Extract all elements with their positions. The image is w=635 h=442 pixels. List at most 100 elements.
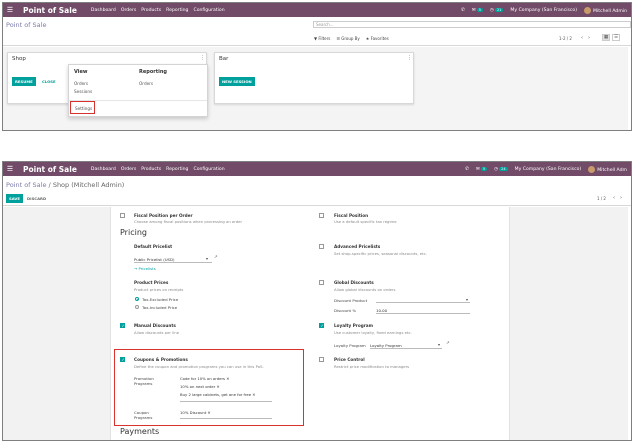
menu-reporting[interactable]: Reporting [166,167,188,172]
card-menu-icon[interactable]: ⋮ [200,55,205,61]
menu-orders[interactable]: Orders [121,8,136,13]
messages-badge: 5 [476,7,483,12]
search-input[interactable]: Search... [313,21,631,28]
loyalty-checkbox[interactable] [319,323,324,328]
tax-excluded-label: Tax-Excluded Price [142,297,179,302]
top-navbar: ☰ Point of Sale Dashboard Orders Product… [3,3,631,17]
list-view-icon[interactable]: ☰ [612,34,620,41]
discount-product-label: Discount Product [334,298,368,303]
group-by-button[interactable]: ☰ Group By [336,36,359,41]
favorites-button[interactable]: ★ Favorites [366,36,389,41]
avatar [584,6,592,14]
default-pricelist-label: Default Pricelist [134,244,173,249]
dropdown-caret-icon[interactable]: ▾ [206,256,208,261]
advanced-pricelists-checkbox[interactable] [319,244,324,249]
activity-icon[interactable]: ◷ 24 [494,166,508,172]
loyalty-program-select[interactable]: Loyalty Program [370,343,442,349]
menu-reporting[interactable]: Reporting [166,8,188,13]
pricelists-link[interactable]: → Pricelists [134,266,156,271]
tax-included-label: Tax-Included Price [142,305,178,310]
pager-next-icon[interactable]: › [588,35,590,41]
apps-menu-icon[interactable]: ☰ [3,165,17,173]
discount-pct-label: Discount % [334,308,357,313]
new-session-button[interactable]: NEW SESSION [219,77,255,86]
phone-icon[interactable]: ✆ [465,167,469,172]
menu-configuration[interactable]: Configuration [193,167,224,172]
manual-discounts-checkbox[interactable] [120,323,125,328]
breadcrumb[interactable]: Point of Sale [6,21,46,29]
fiscal-position-checkbox[interactable] [319,213,324,218]
company-switcher[interactable]: My Company (San Francisco) [515,167,582,172]
product-prices-desc: Product prices on receipts [134,287,184,292]
fiscal-per-order-checkbox[interactable] [120,213,125,218]
menu-dashboard[interactable]: Dashboard [91,8,116,13]
phone-icon[interactable]: ✆ [461,8,465,13]
advanced-pricelists-desc: Set shop-specific prices, seasonal disco… [334,251,427,256]
pager[interactable]: 1-2 / 2 [559,36,572,41]
external-link-icon[interactable]: ↗ [214,255,218,260]
pager-prev-icon[interactable]: ‹ [581,35,583,41]
default-pricelist-select[interactable]: Public Pricelist (USD) [134,257,212,263]
manual-discounts-label: Manual Discounts [134,323,176,328]
discount-product-select[interactable] [376,298,470,303]
apps-menu-icon[interactable]: ☰ [3,6,17,14]
price-control-desc: Restrict price modification to managers [334,364,410,369]
dropdown-view-sessions[interactable]: Sessions [74,89,92,94]
menu-products[interactable]: Products [141,167,161,172]
price-control-label: Price Control [334,357,365,362]
breadcrumb: Point of Sale / Shop (Mitchell Admin) [6,181,124,189]
fiscal-per-order-desc: Choose among fiscal positions when proce… [134,219,243,224]
menu-configuration[interactable]: Configuration [193,8,224,13]
systray: ✆ ✉ 5 ◷ 24 My Company (San Francisco) Mitc… [465,165,631,173]
save-button[interactable]: SAVE [6,194,23,203]
app-title[interactable]: Point of Sale [23,165,77,174]
user-menu[interactable]: Mitchell Adm [588,165,627,173]
menu-products[interactable]: Products [141,8,161,13]
menu-dashboard[interactable]: Dashboard [91,167,116,172]
messages-icon[interactable]: ✉ 5 [476,166,488,172]
dropdown-view-orders[interactable]: Orders [74,81,88,86]
dropdown-reporting-orders[interactable]: Orders [139,81,153,86]
close-button[interactable]: CLOSE [42,79,56,84]
main-menu: Dashboard Orders Products Reporting Conf… [91,8,225,13]
avatar [588,165,596,173]
discard-button[interactable]: DISCARD [27,196,46,201]
pager-next-icon[interactable]: › [620,195,622,201]
form-control-panel: Point of Sale / Shop (Mitchell Admin) SA… [3,176,631,206]
user-name: Mitchell Admin [593,8,627,14]
user-name: Mitchell Adm [597,167,627,173]
activity-icon[interactable]: ◷ 21 [490,7,504,13]
resume-button[interactable]: RESUME [12,77,36,86]
systray: ✆ ✉ 5 ◷ 21 My Company (San Francisco) Mitc… [461,6,631,14]
pager[interactable]: 1 / 2 [597,196,606,201]
breadcrumb-root[interactable]: Point of Sale [6,181,46,189]
external-link-icon[interactable]: ↗ [446,341,450,346]
kanban-view-icon[interactable]: ▦ [602,34,610,41]
main-menu: Dashboard Orders Products Reporting Conf… [91,167,225,172]
fiscal-per-order-label: Fiscal Position per Order [134,213,193,218]
dropdown-view-header: View [74,69,88,75]
app-title[interactable]: Point of Sale [23,6,77,15]
dropdown-caret-icon[interactable]: ▾ [438,342,440,347]
discount-pct-input[interactable]: 10.00 [376,308,470,314]
global-discounts-checkbox[interactable] [319,280,324,285]
messages-icon[interactable]: ✉ 5 [472,7,483,13]
user-menu[interactable]: Mitchell Admin [584,6,627,14]
card-menu-icon[interactable]: ⋮ [407,55,412,61]
breadcrumb-separator: / [48,181,51,189]
fiscal-position-label: Fiscal Position [334,213,369,218]
filters-button[interactable]: ▼ Filters [314,36,330,41]
payments-section-title: Payments [120,427,160,436]
price-control-checkbox[interactable] [319,357,324,362]
pricing-section-title: Pricing [120,228,147,237]
company-switcher[interactable]: My Company (San Francisco) [510,8,577,13]
menu-orders[interactable]: Orders [121,167,136,172]
settings-highlight [70,101,95,114]
fiscal-position-desc: Use a default specific tax regime [334,219,397,224]
product-prices-label: Product Prices [134,280,169,285]
tax-included-radio[interactable] [135,305,139,309]
pager-prev-icon[interactable]: ‹ [613,195,615,201]
loyalty-desc: Use customer loyalty, fixed earnings etc… [334,330,412,335]
tax-excluded-radio[interactable] [135,297,139,301]
dropdown-caret-icon[interactable]: ▾ [466,297,468,302]
